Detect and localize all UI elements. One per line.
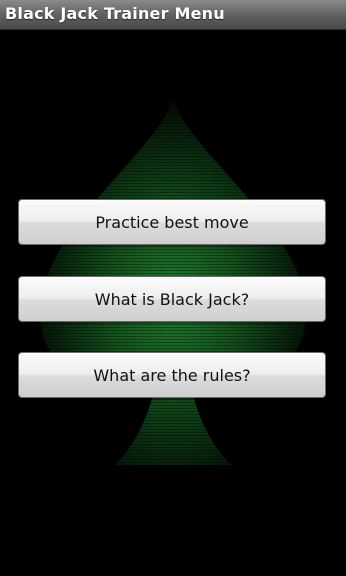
practice-best-move-button[interactable]: Practice best move [18, 199, 326, 245]
what-is-black-jack-button[interactable]: What is Black Jack? [18, 276, 326, 322]
practice-best-move-label: Practice best move [95, 212, 249, 232]
app-title: Black Jack Trainer Menu [5, 4, 225, 23]
what-is-black-jack-label: What is Black Jack? [94, 289, 250, 309]
title-bar: Black Jack Trainer Menu [0, 0, 346, 30]
app-screen: Black Jack Trainer Menu Practice best mo… [0, 0, 346, 576]
what-are-the-rules-label: What are the rules? [93, 365, 251, 385]
what-are-the-rules-button[interactable]: What are the rules? [18, 352, 326, 398]
